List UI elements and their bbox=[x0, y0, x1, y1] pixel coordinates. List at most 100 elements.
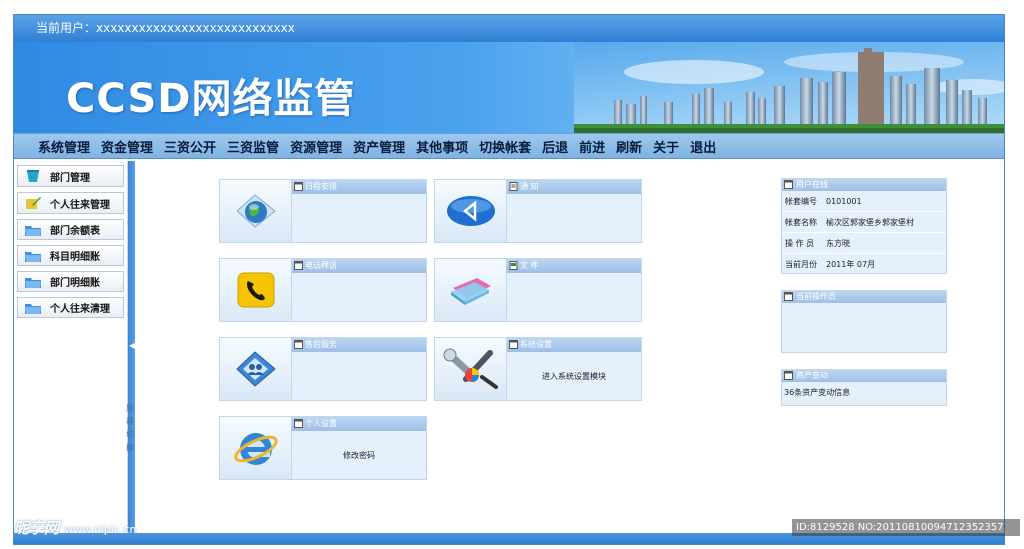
menu-switch-account-set[interactable]: 切换帐套 bbox=[479, 137, 531, 156]
user-online-panel: 用户在线 帐套编号 0101001 帐套名称 榆次区郭家堡乡郭家堡村 操 作 员… bbox=[781, 178, 947, 274]
sidebar: 部门管理 个人往来管理 部门余额表 科目明细账 部门明细账 个人往来清理 bbox=[14, 161, 128, 536]
sidebar-item-department-ledger[interactable]: 部门明细账 bbox=[17, 271, 124, 292]
module-after-sales[interactable]: 售后服务 bbox=[219, 337, 427, 401]
asset-changes-link[interactable]: 36条资产变动信息 bbox=[782, 382, 946, 403]
watermark-brand: 昵享网 bbox=[14, 519, 60, 537]
info-value: 榆次区郭家堡乡郭家堡村 bbox=[826, 217, 914, 227]
globe-icon bbox=[235, 194, 276, 228]
info-key: 当前月份 bbox=[785, 260, 817, 269]
app-window: 当前用户：xxxxxxxxxxxxxxxxxxxxxxxxxxxx CCSD网络… bbox=[13, 14, 1005, 545]
window-icon bbox=[294, 419, 303, 428]
module-body bbox=[292, 194, 426, 242]
module-title: 日程安排 bbox=[305, 182, 337, 191]
watermark-id: ID:8129528 NO:20110810094712352357 bbox=[792, 519, 1020, 536]
sidebar-splitter[interactable]: ◀ bbox=[128, 161, 135, 536]
current-user-bar: 当前用户：xxxxxxxxxxxxxxxxxxxxxxxxxxxx bbox=[14, 15, 1004, 42]
info-key: 帐套名称 bbox=[785, 217, 817, 227]
sidebar-item-label: 部门管理 bbox=[50, 172, 90, 184]
module-personal-settings[interactable]: 个人设置 修改密码 bbox=[219, 416, 427, 480]
sidebar-item-label: 部门明细账 bbox=[50, 278, 100, 289]
document-icon bbox=[509, 261, 518, 270]
menu-forward[interactable]: 前进 bbox=[579, 137, 605, 156]
module-title: 个人设置 bbox=[305, 419, 337, 428]
module-body[interactable]: 修改密码 bbox=[292, 431, 426, 479]
info-row-account-set-number: 帐套编号 0101001 bbox=[782, 191, 946, 212]
menu-exit[interactable]: 退出 bbox=[690, 137, 716, 156]
info-row-current-month: 当前月份 2011年 07月 bbox=[782, 254, 946, 275]
users-icon bbox=[235, 351, 276, 387]
info-value: 东方晓 bbox=[826, 238, 850, 248]
module-phone-visit[interactable]: 电话拜访 bbox=[219, 258, 427, 322]
info-key: 操 作 员 bbox=[785, 238, 815, 248]
window-icon bbox=[294, 261, 303, 270]
watermark-left: 昵享网 www.nipic.cn bbox=[14, 517, 136, 538]
info-value: 2011年 07月 bbox=[826, 260, 876, 269]
window-icon bbox=[294, 182, 303, 191]
panel-title: 当前操作员 bbox=[796, 292, 836, 301]
info-key: 帐套编号 bbox=[785, 196, 817, 206]
sidebar-item-department-management[interactable]: 部门管理 bbox=[17, 165, 124, 187]
module-files[interactable]: 文 件 bbox=[434, 258, 642, 322]
change-password-link[interactable]: 修改密码 bbox=[343, 450, 375, 461]
info-value: 0101001 bbox=[826, 196, 862, 206]
module-notice[interactable]: 通 知 bbox=[434, 179, 642, 243]
sidebar-item-label: 个人往来清理 bbox=[50, 304, 110, 315]
phone-icon bbox=[237, 272, 274, 308]
window-icon bbox=[784, 180, 793, 189]
folder-icon bbox=[25, 225, 41, 236]
sidebar-item-personal-dealings[interactable]: 个人往来管理 bbox=[17, 192, 124, 214]
module-body bbox=[292, 273, 426, 321]
app-logo-text: CCSD网络监管 bbox=[66, 76, 356, 122]
module-body bbox=[507, 273, 641, 321]
menu-system-management[interactable]: 系统管理 bbox=[38, 137, 90, 156]
banner: CCSD网络监管 bbox=[14, 42, 1004, 133]
info-row-account-set-name: 帐套名称 榆次区郭家堡乡郭家堡村 bbox=[782, 212, 946, 233]
panel-title: 用户在线 bbox=[796, 180, 828, 189]
sidebar-item-label: 部门余额表 bbox=[50, 226, 100, 237]
menu-about[interactable]: 关于 bbox=[653, 137, 679, 156]
panel-title: 资产变动 bbox=[796, 371, 828, 380]
folder-icon bbox=[25, 277, 41, 288]
menu-refresh[interactable]: 刷新 bbox=[616, 137, 642, 156]
collapse-arrow-icon[interactable]: ◀ bbox=[129, 341, 135, 350]
module-title: 售后服务 bbox=[305, 340, 337, 349]
watermark-url: www.nipic.cn bbox=[64, 523, 137, 536]
files-icon bbox=[450, 278, 491, 305]
asset-changes-panel: 资产变动 36条资产变动信息 bbox=[781, 369, 947, 406]
edit-icon bbox=[26, 197, 41, 209]
window-icon bbox=[294, 340, 303, 349]
info-row-operator: 操 作 员 东方晓 bbox=[782, 233, 946, 254]
window-icon bbox=[784, 371, 793, 380]
module-title: 文 件 bbox=[520, 261, 539, 270]
window-icon bbox=[509, 340, 518, 349]
main-menu-bar: 系统管理 资金管理 三资公开 三资监管 资源管理 资产管理 其他事项 切换帐套 … bbox=[14, 133, 1004, 159]
menu-assets-supervision[interactable]: 三资监管 bbox=[227, 137, 279, 156]
menu-funds-management[interactable]: 资金管理 bbox=[101, 137, 153, 156]
screen-switch-label[interactable]: 屏幕切换 bbox=[126, 402, 136, 454]
menu-asset-management[interactable]: 资产管理 bbox=[353, 137, 405, 156]
menu-other-matters[interactable]: 其他事项 bbox=[416, 137, 468, 156]
module-body[interactable]: 进入系统设置模块 bbox=[507, 352, 641, 400]
menu-resource-management[interactable]: 资源管理 bbox=[290, 137, 342, 156]
sidebar-item-label: 个人往来管理 bbox=[50, 199, 110, 211]
module-title: 电话拜访 bbox=[305, 261, 337, 270]
module-system-settings[interactable]: 系统设置 进入系统设置模块 bbox=[434, 337, 642, 401]
system-settings-link[interactable]: 进入系统设置模块 bbox=[542, 371, 606, 382]
sidebar-item-department-balance[interactable]: 部门余额表 bbox=[17, 219, 124, 240]
sidebar-item-personal-clearance[interactable]: 个人往来清理 bbox=[17, 297, 124, 318]
sidebar-item-label: 科目明细账 bbox=[50, 252, 100, 263]
module-title: 通 知 bbox=[520, 182, 539, 191]
folder-icon bbox=[25, 303, 41, 314]
tools-icon bbox=[443, 348, 498, 389]
cityscape-image bbox=[574, 42, 1004, 133]
speaker-icon bbox=[446, 196, 495, 226]
browser-icon bbox=[233, 433, 278, 465]
document-icon bbox=[509, 182, 518, 191]
menu-assets-disclosure[interactable]: 三资公开 bbox=[164, 137, 216, 156]
menu-back[interactable]: 后退 bbox=[542, 137, 568, 156]
asset-changes-text[interactable]: 36条资产变动信息 bbox=[782, 387, 850, 398]
current-user-label: 当前用户：xxxxxxxxxxxxxxxxxxxxxxxxxxxx bbox=[36, 21, 295, 35]
module-body bbox=[292, 352, 426, 400]
sidebar-item-subject-ledger[interactable]: 科目明细账 bbox=[17, 245, 124, 266]
module-schedule[interactable]: 日程安排 bbox=[219, 179, 427, 243]
